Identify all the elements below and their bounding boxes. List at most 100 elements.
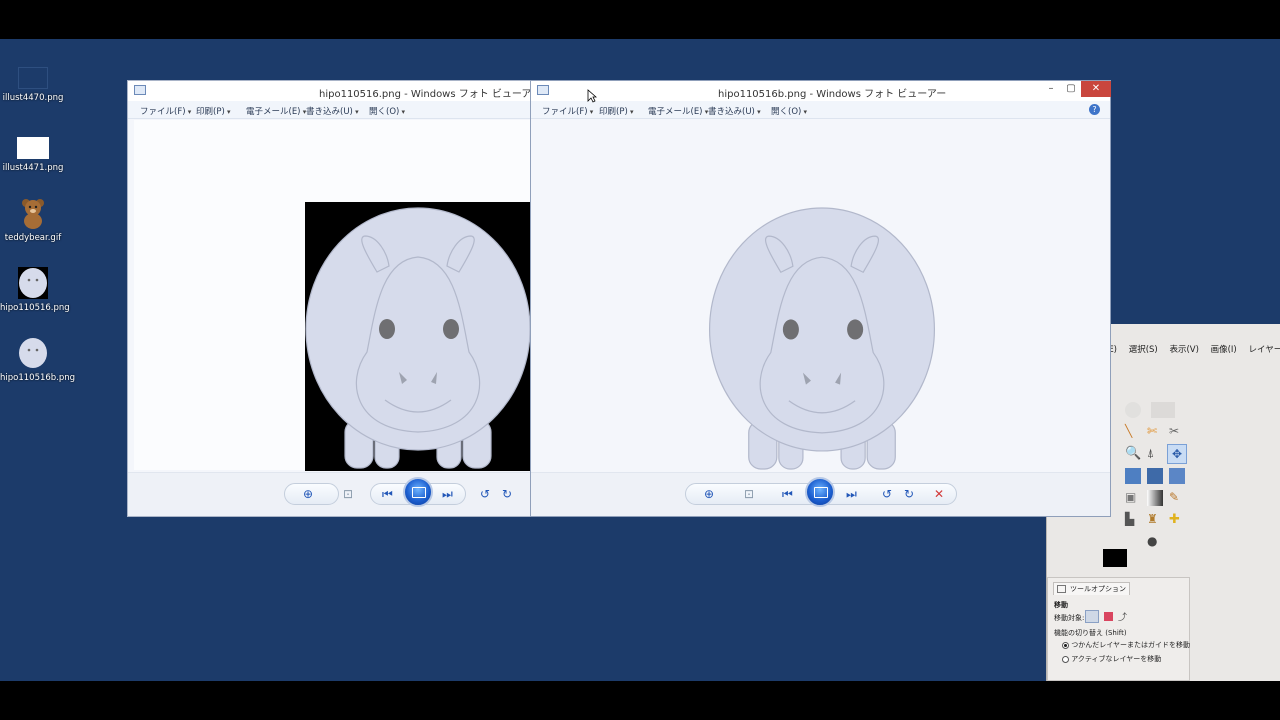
hippo-thumbnail-icon [19,338,47,368]
pencil-tool-icon[interactable]: ✎ [1169,490,1185,506]
menu-open[interactable]: 開く(O) [771,105,807,117]
tool-slot-icon[interactable] [1151,402,1175,418]
desktop-icon-label: illust4471.png [2,163,64,173]
perspective-tool-icon[interactable] [1169,468,1185,484]
tool-options-icon [1057,585,1066,593]
menu-burn[interactable]: 書き込み(U) [708,105,761,117]
move-tool-icon[interactable]: ✥ [1167,444,1187,464]
menu-print[interactable]: 印刷(P) [196,105,231,117]
rotate-clockwise-icon[interactable]: ↻ [904,488,914,500]
window-title: hipo110516b.png - Windows フォト ビューアー [718,89,947,100]
titlebar[interactable]: hipo110516.png - Windows フォト ビューアー [128,81,541,101]
brush-tool-icon[interactable]: ╲ [1125,424,1141,440]
teddy-bear-icon [22,199,44,229]
tool-slot-icon[interactable] [1125,402,1141,418]
gradient-tool-icon[interactable] [1147,490,1163,506]
actual-size-icon[interactable]: ⊡ [343,488,353,500]
hippo-thumbnail-icon [18,267,48,299]
next-icon[interactable]: ⏭ [442,488,453,500]
rotate-counterclockwise-icon[interactable]: ↺ [882,488,892,500]
desktop-icon-teddybear[interactable]: teddybear.gif [0,197,66,243]
gimp-menu-select[interactable]: 選択(S) [1129,345,1158,355]
minimize-button[interactable]: – [1041,81,1061,97]
photo-viewer-window-2: hipo110516b.png - Windows フォト ビューアー – ▢ … [530,80,1111,517]
menu-print[interactable]: 印刷(P) [599,105,634,117]
menu-open[interactable]: 開く(O) [369,105,405,117]
help-icon[interactable]: ? [1089,104,1100,115]
menu-email[interactable]: 電子メール(E) [246,105,306,117]
maximize-button[interactable]: ▢ [1061,81,1081,97]
viewer-toolbar: ⊕ ⊡ ⏮ ⏭ ↺ ↻ ✕ [531,472,1110,516]
menubar: ファイル(F) 印刷(P) 電子メール(E) 書き込み(U) 開く(O) ? [531,101,1110,119]
gimp-menubar: (E) 選択(S) 表示(V) 画像(I) レイヤー( [1105,343,1280,359]
desktop-icon-hipo110516[interactable]: hipo110516.png [0,267,70,313]
gimp-menu-view[interactable]: 表示(V) [1169,345,1198,355]
previous-icon[interactable]: ⏮ [782,488,793,500]
menu-file[interactable]: ファイル(F) [542,105,593,117]
delete-icon[interactable]: ✕ [934,488,944,500]
tool-options-tab[interactable]: ツールオプション [1053,582,1130,595]
rotate-clockwise-icon[interactable]: ↻ [502,488,512,500]
heal-tool-icon[interactable]: ✚ [1169,512,1185,528]
move-target-label: 移動対象: [1054,614,1085,622]
slideshow-button[interactable] [403,477,433,507]
tool-options-tab-label: ツールオプション [1070,585,1126,593]
zoom-pill: ⊕ ⊡ [284,483,353,505]
desktop-icon-label: teddybear.gif [4,233,62,243]
crop-tool-icon[interactable] [1125,468,1141,484]
gimp-menu-image[interactable]: 画像(I) [1211,345,1237,355]
color-swatch[interactable] [1103,549,1141,577]
menu-burn[interactable]: 書き込み(U) [306,105,359,117]
close-button[interactable]: ✕ [1081,81,1111,97]
fuzzy-select-icon[interactable]: ✂ [1169,424,1185,440]
desktop-icon-label: hipo110516.png [0,303,70,313]
radio-active-layer[interactable]: アクティブなレイヤーを移動 [1062,654,1161,664]
path-target-icon[interactable]: ⤴ [1118,610,1127,623]
previous-icon[interactable]: ⏮ [382,488,393,500]
slideshow-button[interactable] [805,477,835,507]
next-icon[interactable]: ⏭ [846,488,857,500]
selection-target-icon[interactable] [1104,612,1113,621]
foreground-color[interactable] [1103,549,1127,567]
tool-name: 移動 [1054,601,1068,609]
radio-pick-layer-label: つかんだレイヤーまたはガイドを移動 [1071,641,1191,649]
photo-viewer-app-icon [537,85,549,95]
hippo-image [708,207,936,470]
photo-viewer-app-icon [134,85,146,95]
zoom-icon[interactable]: ⊕ [704,488,714,500]
desktop-icon-illust4470[interactable]: illust4470.png [0,67,66,103]
radio-unselected-icon [1062,655,1069,663]
bucket-tool-icon[interactable]: ▣ [1125,490,1141,506]
gimp-menu-layer[interactable]: レイヤー( [1248,345,1280,355]
tool-options-panel: ツールオプション 移動 移動対象: ⤴ 機能の切り替え (Shift) つかんだ… [1047,577,1190,681]
image-view-area [537,120,1107,470]
layer-target-icon[interactable] [1085,610,1099,623]
smudge-tool-icon[interactable]: ● [1147,534,1163,550]
zoom-tool-icon[interactable]: 🔍 [1125,446,1141,462]
measure-tool-icon[interactable]: ⍋ [1147,446,1163,462]
titlebar[interactable]: hipo110516b.png - Windows フォト ビューアー – ▢ … [531,81,1111,101]
desktop-icon-hipo110516b[interactable]: hipo110516b.png [0,337,76,383]
desktop-icon-label: hipo110516b.png [0,373,76,383]
clone-tool-icon[interactable]: ♜ [1147,512,1163,528]
toggle-label: 機能の切り替え (Shift) [1054,629,1127,637]
zoom-icon[interactable]: ⊕ [303,488,313,500]
image-thumbnail-icon [18,67,48,89]
menu-file[interactable]: ファイル(F) [140,105,191,117]
radio-pick-layer[interactable]: つかんだレイヤーまたはガイドを移動 [1062,640,1190,650]
photo-viewer-window-1: hipo110516.png - Windows フォト ビューアー ファイル(… [127,80,541,517]
scissors-tool-icon[interactable]: ✄ [1147,424,1163,440]
radio-active-layer-label: アクティブなレイヤーを移動 [1071,655,1162,663]
airbrush-tool-icon[interactable]: ▙ [1125,512,1141,528]
menu-email[interactable]: 電子メール(E) [648,105,708,117]
desktop-icon-illust4471[interactable]: illust4471.png [0,137,66,173]
viewer-toolbar: ⊕ ⊡ ⏮ ⏭ ↺ ↻ [128,472,536,516]
desktop: illust4470.png illust4471.png teddybear.… [0,39,1280,681]
window-title: hipo110516.png - Windows フォト ビューアー [319,89,541,100]
actual-size-icon[interactable]: ⊡ [744,488,754,500]
rotate-counterclockwise-icon[interactable]: ↺ [480,488,490,500]
rotate-tool-icon[interactable] [1147,468,1163,484]
mouse-cursor-icon [587,89,597,103]
radio-selected-icon [1062,641,1069,649]
desktop-icon-label: illust4470.png [2,93,64,103]
